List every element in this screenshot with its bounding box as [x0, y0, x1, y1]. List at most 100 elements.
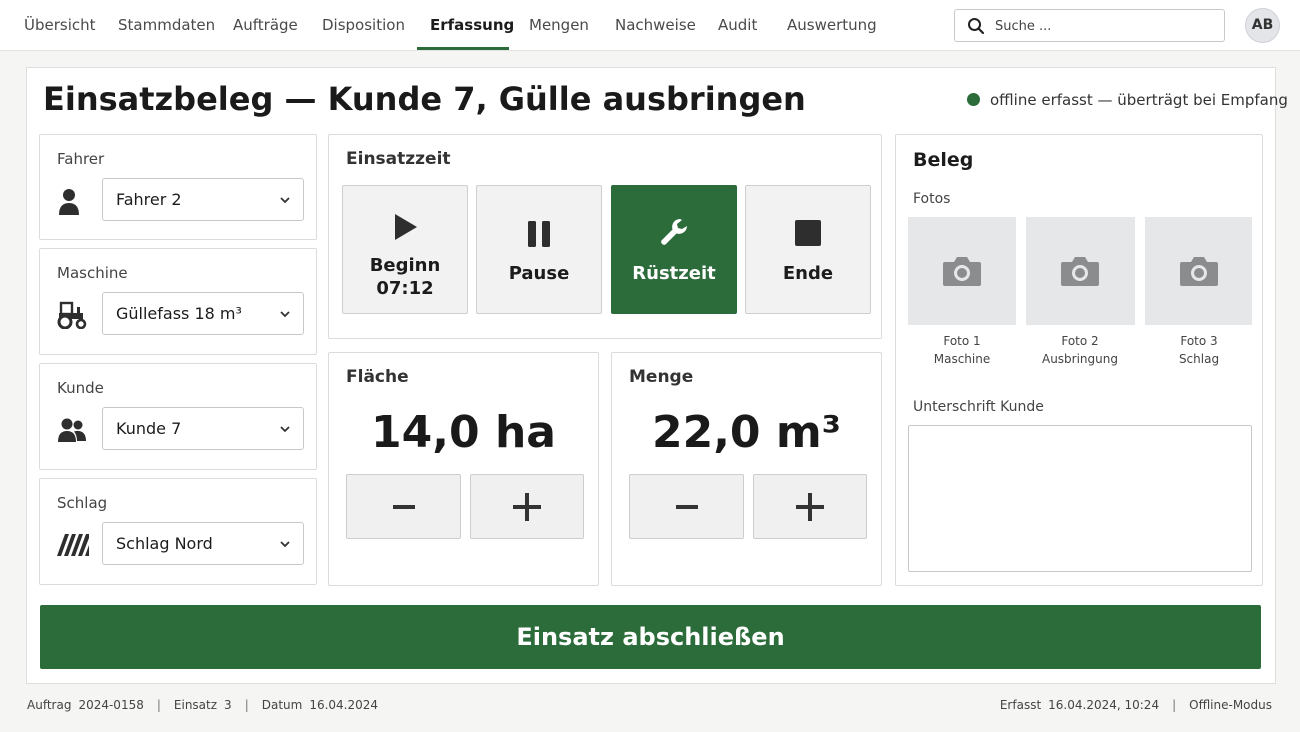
plus-icon: [513, 493, 541, 521]
tab-nachweise[interactable]: Nachweise: [615, 0, 696, 51]
avatar[interactable]: AB: [1245, 8, 1280, 43]
footer-right: Erfasst 16.04.2024, 10:24 | Offline-Modus: [999, 698, 1272, 712]
chevron-down-icon: [280, 426, 290, 433]
quantity-decrease-button[interactable]: [629, 474, 744, 539]
recorded-label: Erfasst: [999, 698, 1042, 712]
tab-audit[interactable]: Audit: [718, 0, 757, 51]
tab-stammdaten[interactable]: Stammdaten: [118, 0, 215, 51]
field-card: Schlag Schlag Nord: [39, 478, 317, 585]
quantity-value-display: 22,0 m³: [612, 407, 881, 458]
person-icon: [59, 189, 79, 215]
machine-card: Maschine Güllefass 18 m³: [39, 248, 317, 355]
start-button[interactable]: Beginn 07:12: [342, 185, 468, 314]
deployment-label: Einsatz: [173, 698, 218, 712]
plus-icon: [796, 493, 824, 521]
pause-label: Pause: [508, 263, 570, 284]
field-value: Schlag Nord: [116, 534, 213, 553]
camera-icon: [943, 257, 981, 286]
date-value: 16.04.2024: [309, 698, 379, 712]
active-tab-indicator: [417, 47, 509, 50]
finish-deployment-button[interactable]: Einsatz abschließen: [40, 605, 1261, 669]
sync-status: offline erfasst — überträgt bei Empfang: [967, 91, 1288, 109]
photo-1[interactable]: [908, 217, 1016, 325]
receipt-card: Beleg Fotos Foto 1 Maschine Foto 2 Ausbrin…: [895, 134, 1263, 586]
machine-label: Maschine: [57, 264, 128, 282]
driver-label: Fahrer: [57, 150, 105, 168]
field-stripes-icon: [57, 534, 89, 556]
customer-card: Kunde Kunde 7: [39, 363, 317, 470]
chevron-down-icon: [280, 311, 290, 318]
machine-select[interactable]: Güllefass 18 m³: [102, 292, 304, 335]
camera-icon: [1061, 257, 1099, 286]
order-label: Auftrag: [27, 698, 72, 712]
signature-pad[interactable]: [908, 425, 1252, 572]
field-select[interactable]: Schlag Nord: [102, 522, 304, 565]
play-icon: [395, 214, 417, 240]
footer-left: Auftrag 2024-0158 | Einsatz 3 | Datum 16.04.202…: [27, 698, 379, 712]
photo-1-caption: Foto 1 Maschine: [933, 334, 991, 366]
tab-uebersicht[interactable]: Übersicht: [24, 0, 96, 51]
mode-text: Offline-Modus: [1189, 698, 1272, 712]
end-button[interactable]: Ende: [745, 185, 871, 314]
search-icon: [968, 18, 985, 35]
area-increase-button[interactable]: [470, 474, 584, 539]
tab-mengen[interactable]: Mengen: [529, 0, 589, 51]
deployment-value: 3: [224, 698, 232, 712]
driver-select[interactable]: Fahrer 2: [102, 178, 304, 221]
area-decrease-button[interactable]: [346, 474, 461, 539]
top-navigation: Übersicht Stammdaten Aufträge Dispositio…: [0, 0, 1300, 51]
setup-time-button[interactable]: Rüstzeit: [611, 185, 737, 314]
photo-2-caption: Foto 2 Ausbringung: [1041, 334, 1118, 366]
order-value: 2024-0158: [78, 698, 144, 712]
pause-button[interactable]: Pause: [476, 185, 602, 314]
search-box[interactable]: [954, 9, 1225, 42]
tab-auswertung[interactable]: Auswertung: [787, 0, 877, 51]
signature-label: Unterschrift Kunde: [913, 399, 1044, 415]
stop-icon: [795, 220, 821, 246]
area-title: Fläche: [346, 367, 409, 387]
tab-erfassung[interactable]: Erfassung: [430, 0, 514, 51]
tractor-icon: [57, 301, 87, 329]
machine-value: Güllefass 18 m³: [116, 304, 242, 323]
date-label: Datum: [261, 698, 303, 712]
quantity-value: 22,0: [651, 407, 761, 458]
people-icon: [58, 418, 86, 442]
quantity-title: Menge: [629, 367, 694, 387]
setup-time-label: Rüstzeit: [632, 263, 716, 284]
tab-disposition[interactable]: Disposition: [322, 0, 405, 51]
area-value: 14,0: [371, 407, 480, 458]
minus-icon: [393, 505, 415, 509]
customer-select[interactable]: Kunde 7: [102, 407, 304, 450]
photo-3-caption: Foto 3 Schlag: [1178, 334, 1220, 366]
quantity-unit: m³: [775, 407, 841, 458]
start-label: Beginn: [369, 255, 441, 276]
page-title: Einsatzbeleg — Kunde 7, Gülle ausbringen: [43, 80, 806, 118]
search-input[interactable]: [995, 16, 1215, 36]
chevron-down-icon: [280, 541, 290, 548]
recorded-value: 16.04.2024, 10:24: [1048, 698, 1160, 712]
photo-3[interactable]: [1145, 217, 1252, 325]
start-time: 07:12: [376, 278, 434, 299]
chevron-down-icon: [280, 197, 290, 204]
customer-label: Kunde: [57, 379, 104, 397]
area-card: Fläche 14,0 ha: [328, 352, 599, 586]
main-panel: Einsatzbeleg — Kunde 7, Gülle ausbringen…: [26, 67, 1288, 684]
quantity-increase-button[interactable]: [753, 474, 867, 539]
minus-icon: [676, 505, 698, 509]
time-card: Einsatzzeit Beginn 07:12 Pause Rüstzeit E…: [328, 134, 882, 339]
quantity-card: Menge 22,0 m³: [611, 352, 882, 586]
status-dot-icon: [967, 93, 980, 106]
tab-auftraege[interactable]: Aufträge: [233, 0, 298, 51]
pause-icon: [528, 221, 550, 247]
area-value-display: 14,0 ha: [329, 407, 598, 458]
status-text: offline erfasst — überträgt bei Empfang: [990, 91, 1288, 109]
camera-icon: [1180, 257, 1218, 286]
wrench-icon: [661, 219, 687, 245]
photo-2[interactable]: [1026, 217, 1135, 325]
driver-card: Fahrer Fahrer 2: [39, 134, 317, 240]
driver-value: Fahrer 2: [116, 190, 182, 209]
receipt-title: Beleg: [913, 149, 974, 171]
customer-value: Kunde 7: [116, 419, 182, 438]
area-unit: ha: [494, 407, 556, 458]
end-label: Ende: [782, 263, 834, 284]
